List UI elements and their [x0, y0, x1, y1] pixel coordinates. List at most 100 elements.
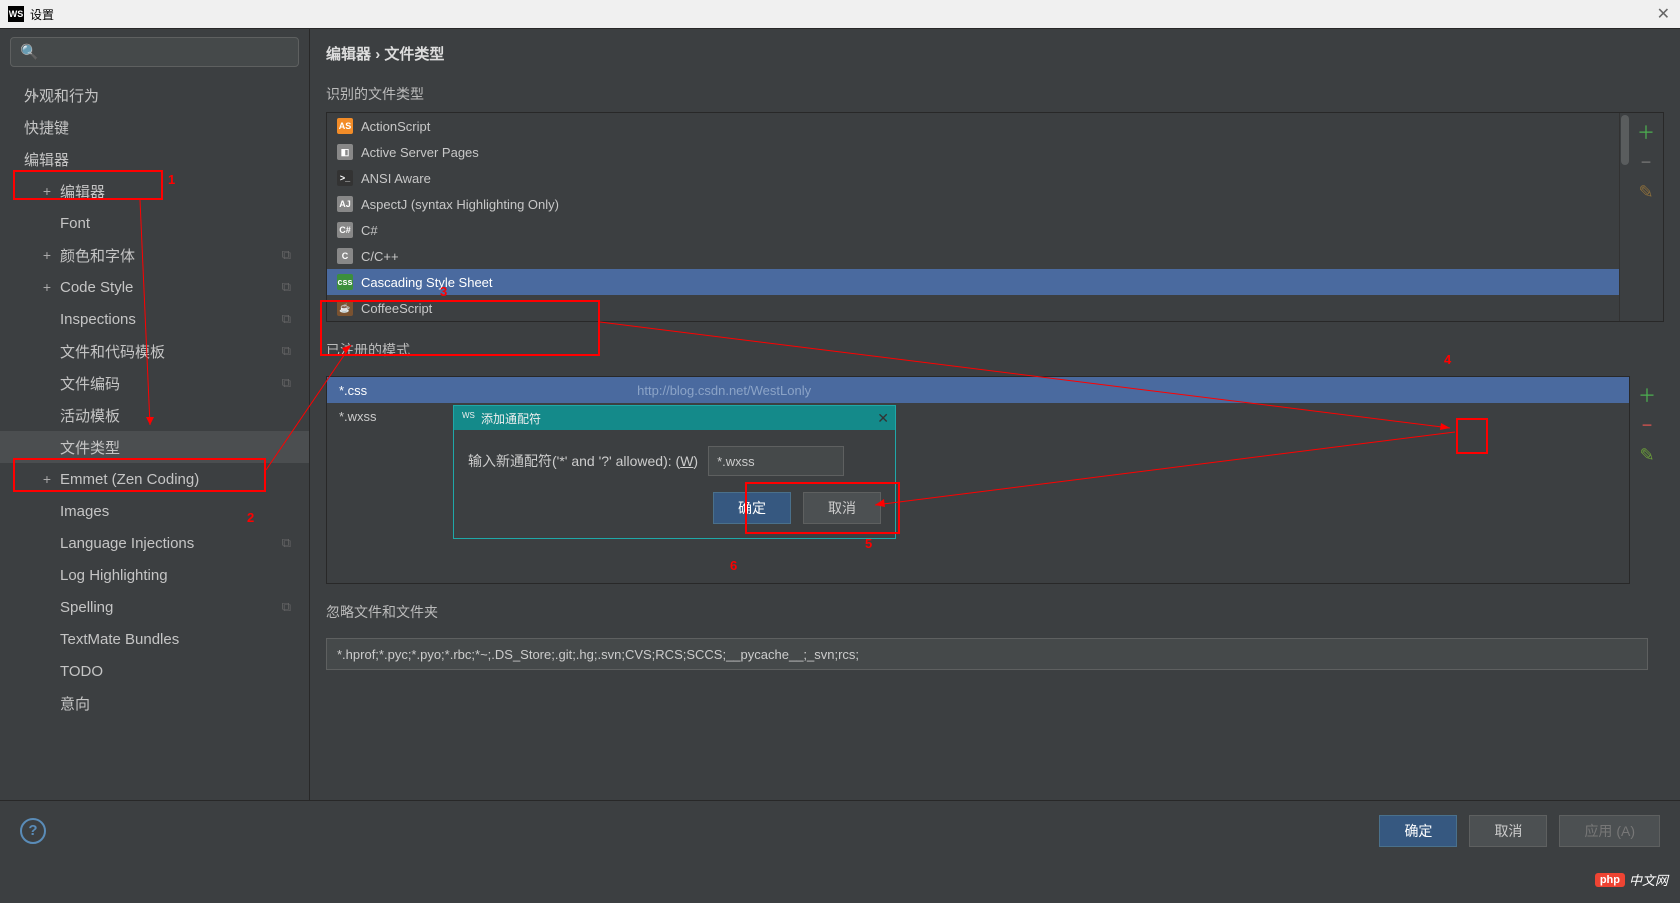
- expand-icon[interactable]: +: [40, 247, 54, 263]
- filetype-row[interactable]: AS ActionScript: [327, 113, 1619, 139]
- sidebar-item-19[interactable]: 意向: [0, 687, 309, 719]
- sidebar-item-4[interactable]: Font: [0, 207, 309, 239]
- sidebar-item-1[interactable]: 快捷键: [0, 111, 309, 143]
- sidebar-item-15[interactable]: Log Highlighting: [0, 559, 309, 591]
- filetype-label: C/C++: [361, 249, 399, 264]
- sidebar-item-18[interactable]: TODO: [0, 655, 309, 687]
- expand-icon[interactable]: +: [28, 87, 42, 103]
- filetype-label: Cascading Style Sheet: [361, 275, 493, 290]
- copy-icon: ⧉: [282, 279, 291, 295]
- pattern-label: *.wxss: [339, 409, 377, 424]
- search-input[interactable]: [10, 37, 299, 67]
- tree-label: Log Highlighting: [60, 567, 168, 584]
- tree-label: 意向: [60, 693, 90, 714]
- dialog-title-text: 添加通配符: [481, 410, 541, 427]
- expand-icon[interactable]: −: [28, 151, 42, 167]
- sidebar-item-17[interactable]: TextMate Bundles: [0, 623, 309, 655]
- filetypes-actions: ＋ − ✎: [1629, 113, 1663, 321]
- filetype-icon: AS: [337, 118, 353, 134]
- titlebar: WS 设置 ✕: [0, 0, 1680, 28]
- filetype-label: Active Server Pages: [361, 145, 479, 160]
- settings-tree[interactable]: +外观和行为快捷键−编辑器+编辑器Font+颜色和字体⧉+Code Style⧉…: [0, 75, 309, 800]
- watermark-logo: php 中文网: [1595, 870, 1668, 889]
- tree-label: Inspections: [60, 311, 136, 328]
- sidebar-item-16[interactable]: Spelling⧉: [0, 591, 309, 623]
- dialog-ok-button[interactable]: 确定: [713, 492, 791, 524]
- sidebar-item-3[interactable]: + 编辑器: [0, 175, 309, 207]
- help-button[interactable]: ?: [20, 818, 46, 844]
- expand-icon[interactable]: +: [40, 471, 54, 487]
- filetypes-scrollbar[interactable]: [1619, 113, 1629, 321]
- filetype-row[interactable]: css Cascading Style Sheet: [327, 269, 1619, 295]
- tree-label: Code Style: [60, 279, 133, 296]
- cancel-button[interactable]: 取消: [1469, 815, 1547, 847]
- breadcrumb: 编辑器 › 文件类型: [310, 43, 1680, 78]
- sidebar-item-11[interactable]: 文件类型: [0, 431, 309, 463]
- sidebar-item-9[interactable]: 文件编码⧉: [0, 367, 309, 399]
- breadcrumb-p1: 编辑器: [326, 46, 371, 63]
- watermark-badge: php: [1595, 873, 1625, 887]
- tree-label: TODO: [60, 663, 103, 680]
- remove-pattern-button[interactable]: −: [1636, 414, 1658, 436]
- filetype-icon: C: [337, 248, 353, 264]
- wildcard-input[interactable]: [708, 446, 844, 476]
- pattern-row[interactable]: *.csshttp://blog.csdn.net/WestLonly: [327, 377, 1629, 403]
- apply-button[interactable]: 应用 (A): [1559, 815, 1660, 847]
- tree-label: TextMate Bundles: [60, 631, 179, 648]
- add-pattern-button[interactable]: ＋: [1636, 384, 1658, 406]
- sidebar-item-7[interactable]: Inspections ⧉: [0, 303, 309, 335]
- edit-pattern-button[interactable]: ✎: [1636, 444, 1658, 466]
- filetype-row[interactable]: AJAspectJ (syntax Highlighting Only): [327, 191, 1619, 217]
- filetype-icon: css: [337, 274, 353, 290]
- sidebar-item-10[interactable]: 活动模板: [0, 399, 309, 431]
- sidebar-item-8[interactable]: 文件和代码模板⧉: [0, 335, 309, 367]
- window-title: 设置: [30, 6, 54, 23]
- section-ignore: 忽略文件和文件夹: [326, 602, 1664, 622]
- copy-icon: ⧉: [282, 375, 291, 391]
- tree-label: 编辑器: [60, 181, 105, 202]
- tree-label: 文件和代码模板: [60, 341, 165, 362]
- dialog-titlebar[interactable]: WS 添加通配符 ✕: [454, 406, 895, 430]
- sidebar-item-12[interactable]: + Emmet (Zen Coding): [0, 463, 309, 495]
- search-wrap: 🔍: [0, 29, 309, 75]
- dialog-close-icon[interactable]: ✕: [877, 410, 889, 427]
- filetype-row[interactable]: C C/C++: [327, 243, 1619, 269]
- remove-filetype-button[interactable]: −: [1635, 151, 1657, 173]
- expand-icon[interactable]: +: [40, 183, 54, 199]
- sidebar-item-5[interactable]: +颜色和字体⧉: [0, 239, 309, 271]
- sidebar-item-14[interactable]: Language Injections⧉: [0, 527, 309, 559]
- add-filetype-button[interactable]: ＋: [1635, 121, 1657, 143]
- filetype-row[interactable]: ◧ Active Server Pages: [327, 139, 1619, 165]
- breadcrumb-sep: ›: [375, 46, 380, 63]
- filetype-label: ANSI Aware: [361, 171, 431, 186]
- tree-label: Font: [60, 215, 90, 232]
- expand-icon[interactable]: +: [40, 279, 54, 295]
- section-registered: 已注册的模式: [326, 340, 1664, 360]
- filetypes-list[interactable]: AS ActionScript ◧ Active Server Pages >_ ANSI…: [327, 113, 1619, 321]
- filetype-row[interactable]: C#C#: [327, 217, 1619, 243]
- filetype-icon: AJ: [337, 196, 353, 212]
- sidebar-item-0[interactable]: +外观和行为: [0, 79, 309, 111]
- close-icon[interactable]: ✕: [1657, 4, 1670, 24]
- section-recognized: 识别的文件类型: [326, 84, 1664, 104]
- watermark-url: http://blog.csdn.net/WestLonly: [637, 383, 811, 398]
- sidebar-item-13[interactable]: Images: [0, 495, 309, 527]
- ok-button[interactable]: 确定: [1379, 815, 1457, 847]
- filetype-icon: ◧: [337, 144, 353, 160]
- search-icon: 🔍: [20, 43, 39, 61]
- copy-icon: ⧉: [282, 247, 291, 263]
- ignore-input[interactable]: [326, 638, 1648, 670]
- sidebar-item-2[interactable]: −编辑器: [0, 143, 309, 175]
- filetypes-box: AS ActionScript ◧ Active Server Pages >_ ANSI…: [326, 112, 1664, 322]
- tree-label: Emmet (Zen Coding): [60, 471, 199, 488]
- sidebar-item-6[interactable]: + Code Style ⧉: [0, 271, 309, 303]
- filetype-label: ActionScript: [361, 119, 430, 134]
- edit-filetype-button[interactable]: ✎: [1635, 181, 1657, 203]
- filetype-icon: C#: [337, 222, 353, 238]
- copy-icon: ⧉: [282, 311, 291, 327]
- filetype-row[interactable]: ☕CoffeeScript: [327, 295, 1619, 321]
- add-wildcard-dialog: WS 添加通配符 ✕ 输入新通配符('*' and '?' allowed): …: [453, 405, 896, 539]
- filetype-icon: >_: [337, 170, 353, 186]
- dialog-cancel-button[interactable]: 取消: [803, 492, 881, 524]
- filetype-row[interactable]: >_ ANSI Aware: [327, 165, 1619, 191]
